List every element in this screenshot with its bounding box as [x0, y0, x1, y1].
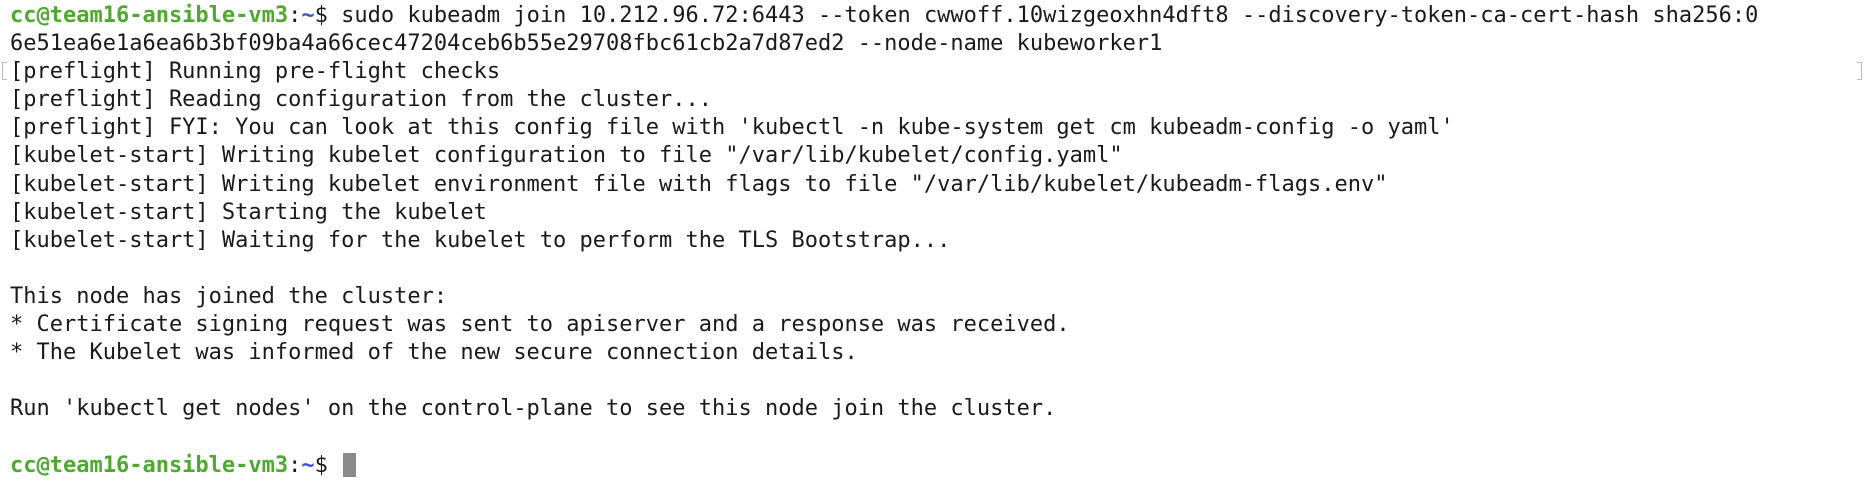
prompt-user-host: cc@team16-ansible-vm3: [10, 452, 289, 478]
line-marker-right: [1857, 62, 1862, 80]
prompt-symbol: $: [314, 3, 342, 28]
output-line: Run 'kubectl get nodes' on the control-p…: [10, 396, 1057, 422]
line-marker-left: [2, 62, 7, 80]
prompt-path: ~: [301, 3, 315, 28]
output-line: [preflight] Running pre-flight checks: [10, 59, 501, 85]
output-line: [preflight] FYI: You can look at this co…: [10, 115, 1454, 141]
output-line: * Certificate signing request was sent t…: [10, 312, 1070, 338]
output-line: [kubelet-start] Writing kubelet environm…: [10, 171, 1388, 197]
command-line: cc@team16-ansible-vm3:~$ sudo kubeadm jo…: [10, 2, 1864, 30]
output-line: [kubelet-start] Writing kubelet configur…: [10, 143, 1123, 169]
prompt-separator: :: [288, 452, 302, 478]
command-line-wrap: 6e51ea6e1a6ea6b3bf09ba4a66cec47204ceb6b5…: [10, 30, 1864, 58]
output-line: * The Kubelet was informed of the new se…: [10, 340, 858, 366]
prompt-path: ~: [301, 452, 315, 478]
prompt-user-host: cc@team16-ansible-vm3: [10, 3, 289, 28]
prompt-symbol: $: [314, 452, 342, 478]
output-line: [kubelet-start] Waiting for the kubelet …: [10, 227, 951, 253]
command-text-continued: 6e51ea6e1a6ea6b3bf09ba4a66cec47204ceb6b5…: [10, 31, 1163, 57]
command-text: sudo kubeadm join 10.212.96.72:6443 --to…: [341, 3, 1759, 28]
output-line: [preflight] Reading configuration from t…: [10, 87, 712, 113]
output-line: This node has joined the cluster:: [10, 283, 448, 309]
text-cursor: [343, 452, 357, 477]
active-prompt-line[interactable]: cc@team16-ansible-vm3:~$: [10, 452, 1864, 480]
prompt-separator: :: [288, 3, 302, 28]
terminal-window[interactable]: cc@team16-ansible-vm3:~$ sudo kubeadm jo…: [0, 0, 1864, 486]
output-line: [kubelet-start] Starting the kubelet: [10, 199, 487, 225]
